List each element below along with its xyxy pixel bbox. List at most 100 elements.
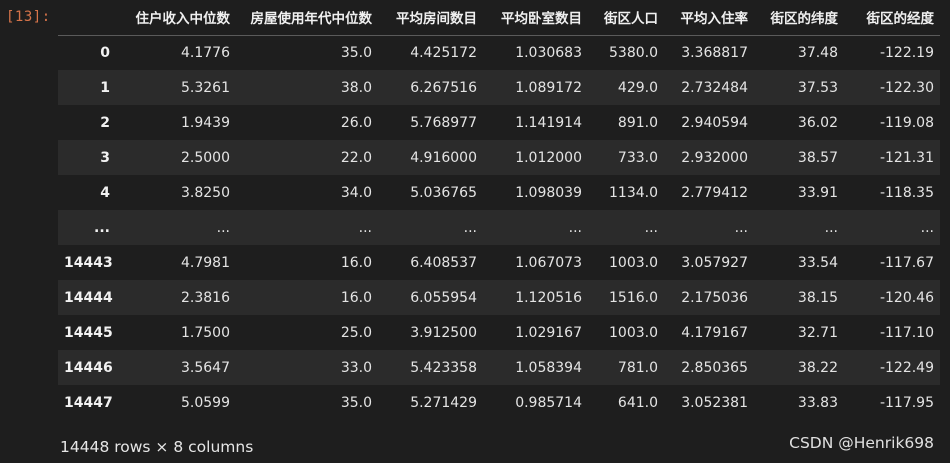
cell-execution-prompt: [13]: [6,9,51,25]
table-cell: 32.71 [797,324,838,341]
table-cell: 429.0 [617,79,658,96]
table-cell: 16.0 [340,254,372,271]
table-cell: -118.35 [879,184,934,201]
table-cell: 1.120516 [515,289,582,306]
row-index: ... [94,219,110,236]
table-cell: 1.7500 [181,324,230,341]
table-cell: 37.53 [797,79,838,96]
table-cell: 25.0 [340,324,372,341]
table-cell: 4.425172 [410,44,477,61]
table-cell: -117.95 [879,394,934,411]
column-header: 街区人口 [588,0,664,36]
table-row: 14447 5.0599 35.0 5.271429 0.985714 641.0 3.05… [58,385,940,420]
table-cell: 1134.0 [609,184,658,201]
table-cell: 2.732484 [681,79,748,96]
row-index: 14446 [64,359,113,376]
column-header: 平均卧室数目 [483,0,588,36]
table-cell: 1.9439 [181,114,230,131]
row-index: 4 [100,184,110,201]
table-cell: -120.46 [879,289,934,306]
table-cell: 1516.0 [609,289,658,306]
column-header: 住户收入中位数 [116,0,236,36]
table-cell: ... [568,219,582,236]
table-cell: 1.089172 [515,79,582,96]
table-cell: 4.916000 [410,149,477,166]
row-index: 14445 [64,324,113,341]
table-row: 14445 1.7500 25.0 3.912500 1.029167 1003.0 4.1… [58,315,940,350]
table-cell: -122.49 [879,359,934,376]
table-cell: ... [358,219,372,236]
column-header: 街区的纬度 [754,0,844,36]
column-header-index [58,0,116,36]
table-cell: 5.0599 [181,394,230,411]
table-cell: 34.0 [340,184,372,201]
cell-output: 住户收入中位数 房屋使用年代中位数 平均房间数目 平均卧室数目 街区人口 平均入… [58,0,950,420]
column-header: 房屋使用年代中位数 [236,0,378,36]
table-cell: 2.175036 [681,289,748,306]
dataframe-shape-text: 14448 rows × 8 columns [60,438,254,456]
table-row: 14446 3.5647 33.0 5.423358 1.058394 781.0 2.85… [58,350,940,385]
table-cell: 1003.0 [609,324,658,341]
table-cell: 5380.0 [609,44,658,61]
table-cell: -119.08 [879,114,934,131]
table-cell: 2.940594 [681,114,748,131]
table-cell: 1003.0 [609,254,658,271]
table-cell: 641.0 [617,394,658,411]
table-cell: 33.54 [797,254,838,271]
table-cell: 37.48 [797,44,838,61]
dataframe-table: 住户收入中位数 房屋使用年代中位数 平均房间数目 平均卧室数目 街区人口 平均入… [58,0,940,420]
column-header: 街区的经度 [844,0,940,36]
table-cell: 3.052381 [681,394,748,411]
table-cell: 22.0 [340,149,372,166]
table-cell: 26.0 [340,114,372,131]
row-index: 14447 [64,394,113,411]
table-cell: 1.141914 [515,114,582,131]
table-cell: 3.368817 [681,44,748,61]
row-index: 1 [100,79,110,96]
table-row: 1 5.3261 38.0 6.267516 1.089172 429.0 2.732484… [58,70,940,105]
table-row: ........................... [58,210,940,245]
table-cell: ... [920,219,934,236]
watermark: CSDN @Henrik698 [789,434,934,452]
row-index: 14443 [64,254,113,271]
table-cell: ... [463,219,477,236]
table-cell: 35.0 [340,44,372,61]
table-cell: 2.779412 [681,184,748,201]
table-cell: 2.3816 [181,289,230,306]
table-row: 0 4.1776 35.0 4.425172 1.030683 5380.0 3.36881… [58,35,940,70]
table-cell: 6.408537 [410,254,477,271]
table-cell: 3.057927 [681,254,748,271]
table-cell: 36.02 [797,114,838,131]
table-cell: -117.10 [879,324,934,341]
table-cell: 1.012000 [515,149,582,166]
row-index: 14444 [64,289,113,306]
table-cell: 3.912500 [410,324,477,341]
table-cell: 3.8250 [181,184,230,201]
table-cell: 6.267516 [410,79,477,96]
table-cell: ... [644,219,658,236]
table-cell: 1.067073 [515,254,582,271]
table-cell: 5.423358 [410,359,477,376]
table-body: 0 4.1776 35.0 4.425172 1.030683 5380.0 3.36881… [58,35,940,420]
table-header-row: 住户收入中位数 房屋使用年代中位数 平均房间数目 平均卧室数目 街区人口 平均入… [58,0,940,36]
table-cell: 2.850365 [681,359,748,376]
table-cell: 4.1776 [181,44,230,61]
column-header: 平均房间数目 [378,0,483,36]
table-cell: 4.179167 [681,324,748,341]
table-cell: 38.22 [797,359,838,376]
table-cell: -122.19 [879,44,934,61]
table-cell: 733.0 [617,149,658,166]
table-cell: 5.3261 [181,79,230,96]
table-cell: 2.5000 [181,149,230,166]
table-cell: ... [734,219,748,236]
table-cell: -122.30 [879,79,934,96]
table-row: 14444 2.3816 16.0 6.055954 1.120516 1516.0 2.1… [58,280,940,315]
table-cell: 1.058394 [515,359,582,376]
row-index: 3 [100,149,110,166]
table-cell: 33.0 [340,359,372,376]
table-cell: 1.029167 [515,324,582,341]
table-cell: 3.5647 [181,359,230,376]
table-cell: -117.67 [879,254,934,271]
table-cell: 4.7981 [181,254,230,271]
table-cell: 2.932000 [681,149,748,166]
